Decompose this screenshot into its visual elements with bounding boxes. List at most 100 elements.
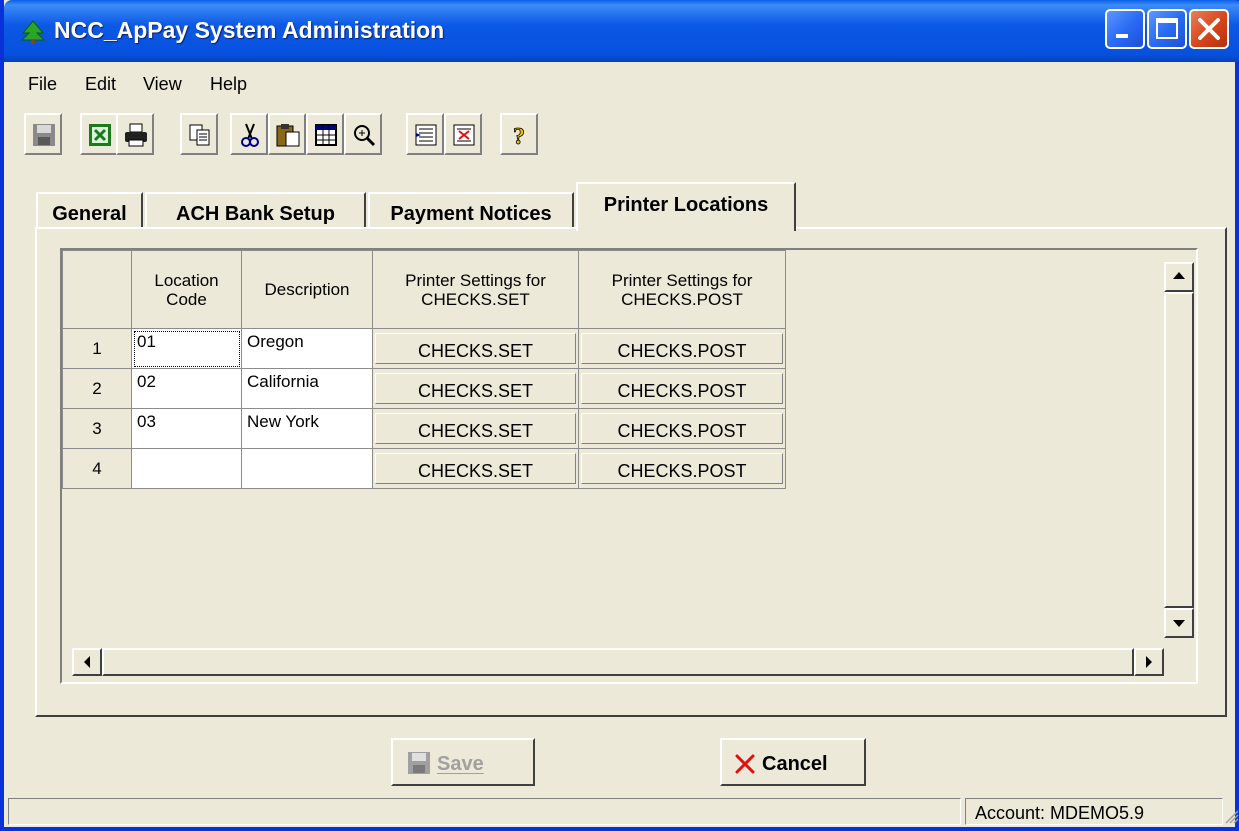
maximize-button[interactable] bbox=[1147, 9, 1187, 49]
table-row: 1 01 Oregon CHECKS.SET CHECKS.POST bbox=[62, 328, 786, 369]
print-icon bbox=[125, 123, 147, 147]
save-button-label: Save bbox=[437, 753, 484, 775]
header-printer-set-line1: Printer Settings for bbox=[405, 270, 546, 290]
title-bar[interactable]: NCC_ApPay System Administration bbox=[4, 0, 1239, 62]
arrow-left-icon bbox=[84, 656, 90, 668]
account-status: Account: MDEMO5.9 bbox=[965, 798, 1223, 825]
description-cell[interactable] bbox=[241, 448, 373, 489]
cut-tool-button[interactable] bbox=[230, 113, 268, 155]
delete-row-tool-button[interactable] bbox=[444, 113, 482, 155]
row-number: 2 bbox=[62, 368, 132, 409]
checks-set-button[interactable]: CHECKS.SET bbox=[375, 453, 576, 484]
scroll-left-button[interactable] bbox=[72, 648, 102, 676]
scroll-thumb[interactable] bbox=[1164, 292, 1194, 608]
maximize-icon bbox=[1156, 18, 1178, 39]
excel-icon bbox=[89, 124, 111, 146]
arrow-down-icon bbox=[1173, 620, 1185, 627]
scroll-right-button[interactable] bbox=[1134, 648, 1164, 676]
cut-icon bbox=[241, 123, 259, 147]
cancel-button[interactable]: Cancel bbox=[720, 738, 866, 786]
printer-set-cell: CHECKS.SET bbox=[372, 368, 579, 409]
menu-file[interactable]: File bbox=[28, 74, 57, 95]
checks-post-button[interactable]: CHECKS.POST bbox=[581, 333, 783, 364]
printer-set-cell: CHECKS.SET bbox=[372, 328, 579, 369]
grid-tool-button[interactable] bbox=[306, 113, 344, 155]
scroll-up-button[interactable] bbox=[1164, 262, 1194, 292]
checks-post-button[interactable]: CHECKS.POST bbox=[581, 453, 783, 484]
arrow-right-icon bbox=[1146, 656, 1152, 668]
zoom-icon bbox=[354, 125, 376, 147]
menu-view[interactable]: View bbox=[143, 74, 182, 95]
insert-row-icon bbox=[415, 124, 437, 146]
tab-ach-bank-setup[interactable]: ACH Bank Setup bbox=[145, 192, 366, 229]
location-code-cell[interactable] bbox=[131, 448, 242, 489]
header-printer-set-line2: CHECKS.SET bbox=[421, 289, 530, 309]
menu-edit[interactable]: Edit bbox=[85, 74, 116, 95]
save-icon bbox=[33, 124, 55, 146]
table-row: 2 02 California CHECKS.SET CHECKS.POST bbox=[62, 368, 786, 409]
resize-grip-icon[interactable] bbox=[1223, 808, 1239, 824]
location-code-cell[interactable]: 02 bbox=[131, 368, 242, 409]
tab-general[interactable]: General bbox=[36, 192, 143, 229]
excel-tool-button[interactable] bbox=[80, 113, 118, 155]
toolbar: ? bbox=[8, 105, 1239, 161]
checks-set-button[interactable]: CHECKS.SET bbox=[375, 373, 576, 404]
menu-help[interactable]: Help bbox=[210, 74, 247, 95]
arrow-up-icon bbox=[1173, 272, 1185, 279]
header-printer-post-line2: CHECKS.POST bbox=[621, 289, 743, 309]
header-description: Description bbox=[241, 250, 373, 329]
tab-payment-notices[interactable]: Payment Notices bbox=[368, 192, 574, 229]
tab-printer-locations[interactable]: Printer Locations bbox=[576, 182, 796, 231]
scroll-down-button[interactable] bbox=[1164, 608, 1194, 638]
cancel-x-icon bbox=[735, 754, 755, 774]
close-button[interactable] bbox=[1189, 9, 1229, 49]
vertical-scrollbar[interactable] bbox=[1164, 262, 1194, 638]
printer-set-cell: CHECKS.SET bbox=[372, 408, 579, 449]
horizontal-scrollbar[interactable] bbox=[72, 648, 1164, 676]
checks-post-button[interactable]: CHECKS.POST bbox=[581, 373, 783, 404]
header-location-code-line2: Code bbox=[166, 289, 207, 309]
corner-cell bbox=[62, 250, 132, 329]
description-cell[interactable]: California bbox=[241, 368, 373, 409]
app-window: NCC_ApPay System Administration File Edi… bbox=[0, 0, 1239, 831]
checks-post-button[interactable]: CHECKS.POST bbox=[581, 413, 783, 444]
menu-bar: File Edit View Help bbox=[8, 62, 1239, 102]
zoom-tool-button[interactable] bbox=[344, 113, 382, 155]
location-code-value: 03 bbox=[137, 412, 156, 431]
copy-icon bbox=[189, 124, 210, 146]
description-cell[interactable]: Oregon bbox=[241, 328, 373, 369]
grid-icon bbox=[315, 124, 337, 146]
location-code-value bbox=[132, 449, 241, 452]
location-code-value: 02 bbox=[137, 372, 156, 391]
delete-row-icon bbox=[453, 124, 475, 146]
status-pane-main bbox=[8, 798, 961, 825]
close-icon bbox=[1198, 18, 1220, 40]
cancel-button-label: Cancel bbox=[762, 753, 828, 775]
location-code-cell[interactable]: 03 bbox=[131, 408, 242, 449]
row-number: 1 bbox=[62, 328, 132, 369]
printer-post-cell: CHECKS.POST bbox=[578, 448, 786, 489]
print-tool-button[interactable] bbox=[116, 113, 154, 155]
checks-set-button[interactable]: CHECKS.SET bbox=[375, 413, 576, 444]
scroll-h-thumb[interactable] bbox=[102, 648, 1134, 676]
window-title: NCC_ApPay System Administration bbox=[54, 17, 445, 43]
location-code-cell[interactable]: 01 bbox=[131, 328, 242, 369]
header-printer-set: Printer Settings for CHECKS.SET bbox=[372, 250, 579, 329]
copy-tool-button[interactable] bbox=[180, 113, 218, 155]
header-printer-post: Printer Settings for CHECKS.POST bbox=[578, 250, 786, 329]
printer-post-cell: CHECKS.POST bbox=[578, 328, 786, 369]
description-cell[interactable]: New York bbox=[241, 408, 373, 449]
printer-set-cell: CHECKS.SET bbox=[372, 448, 579, 489]
insert-row-tool-button[interactable] bbox=[406, 113, 444, 155]
minimize-button[interactable] bbox=[1105, 9, 1145, 49]
minimize-icon bbox=[1116, 34, 1128, 38]
description-value: California bbox=[247, 372, 319, 391]
description-value: New York bbox=[247, 412, 319, 431]
printer-post-cell: CHECKS.POST bbox=[578, 368, 786, 409]
save-tool-button[interactable] bbox=[24, 113, 62, 155]
save-button[interactable]: Save bbox=[391, 738, 535, 786]
table-row: 3 03 New York CHECKS.SET CHECKS.POST bbox=[62, 408, 786, 449]
checks-set-button[interactable]: CHECKS.SET bbox=[375, 333, 576, 364]
help-tool-button[interactable]: ? bbox=[500, 113, 538, 155]
paste-tool-button[interactable] bbox=[268, 113, 306, 155]
